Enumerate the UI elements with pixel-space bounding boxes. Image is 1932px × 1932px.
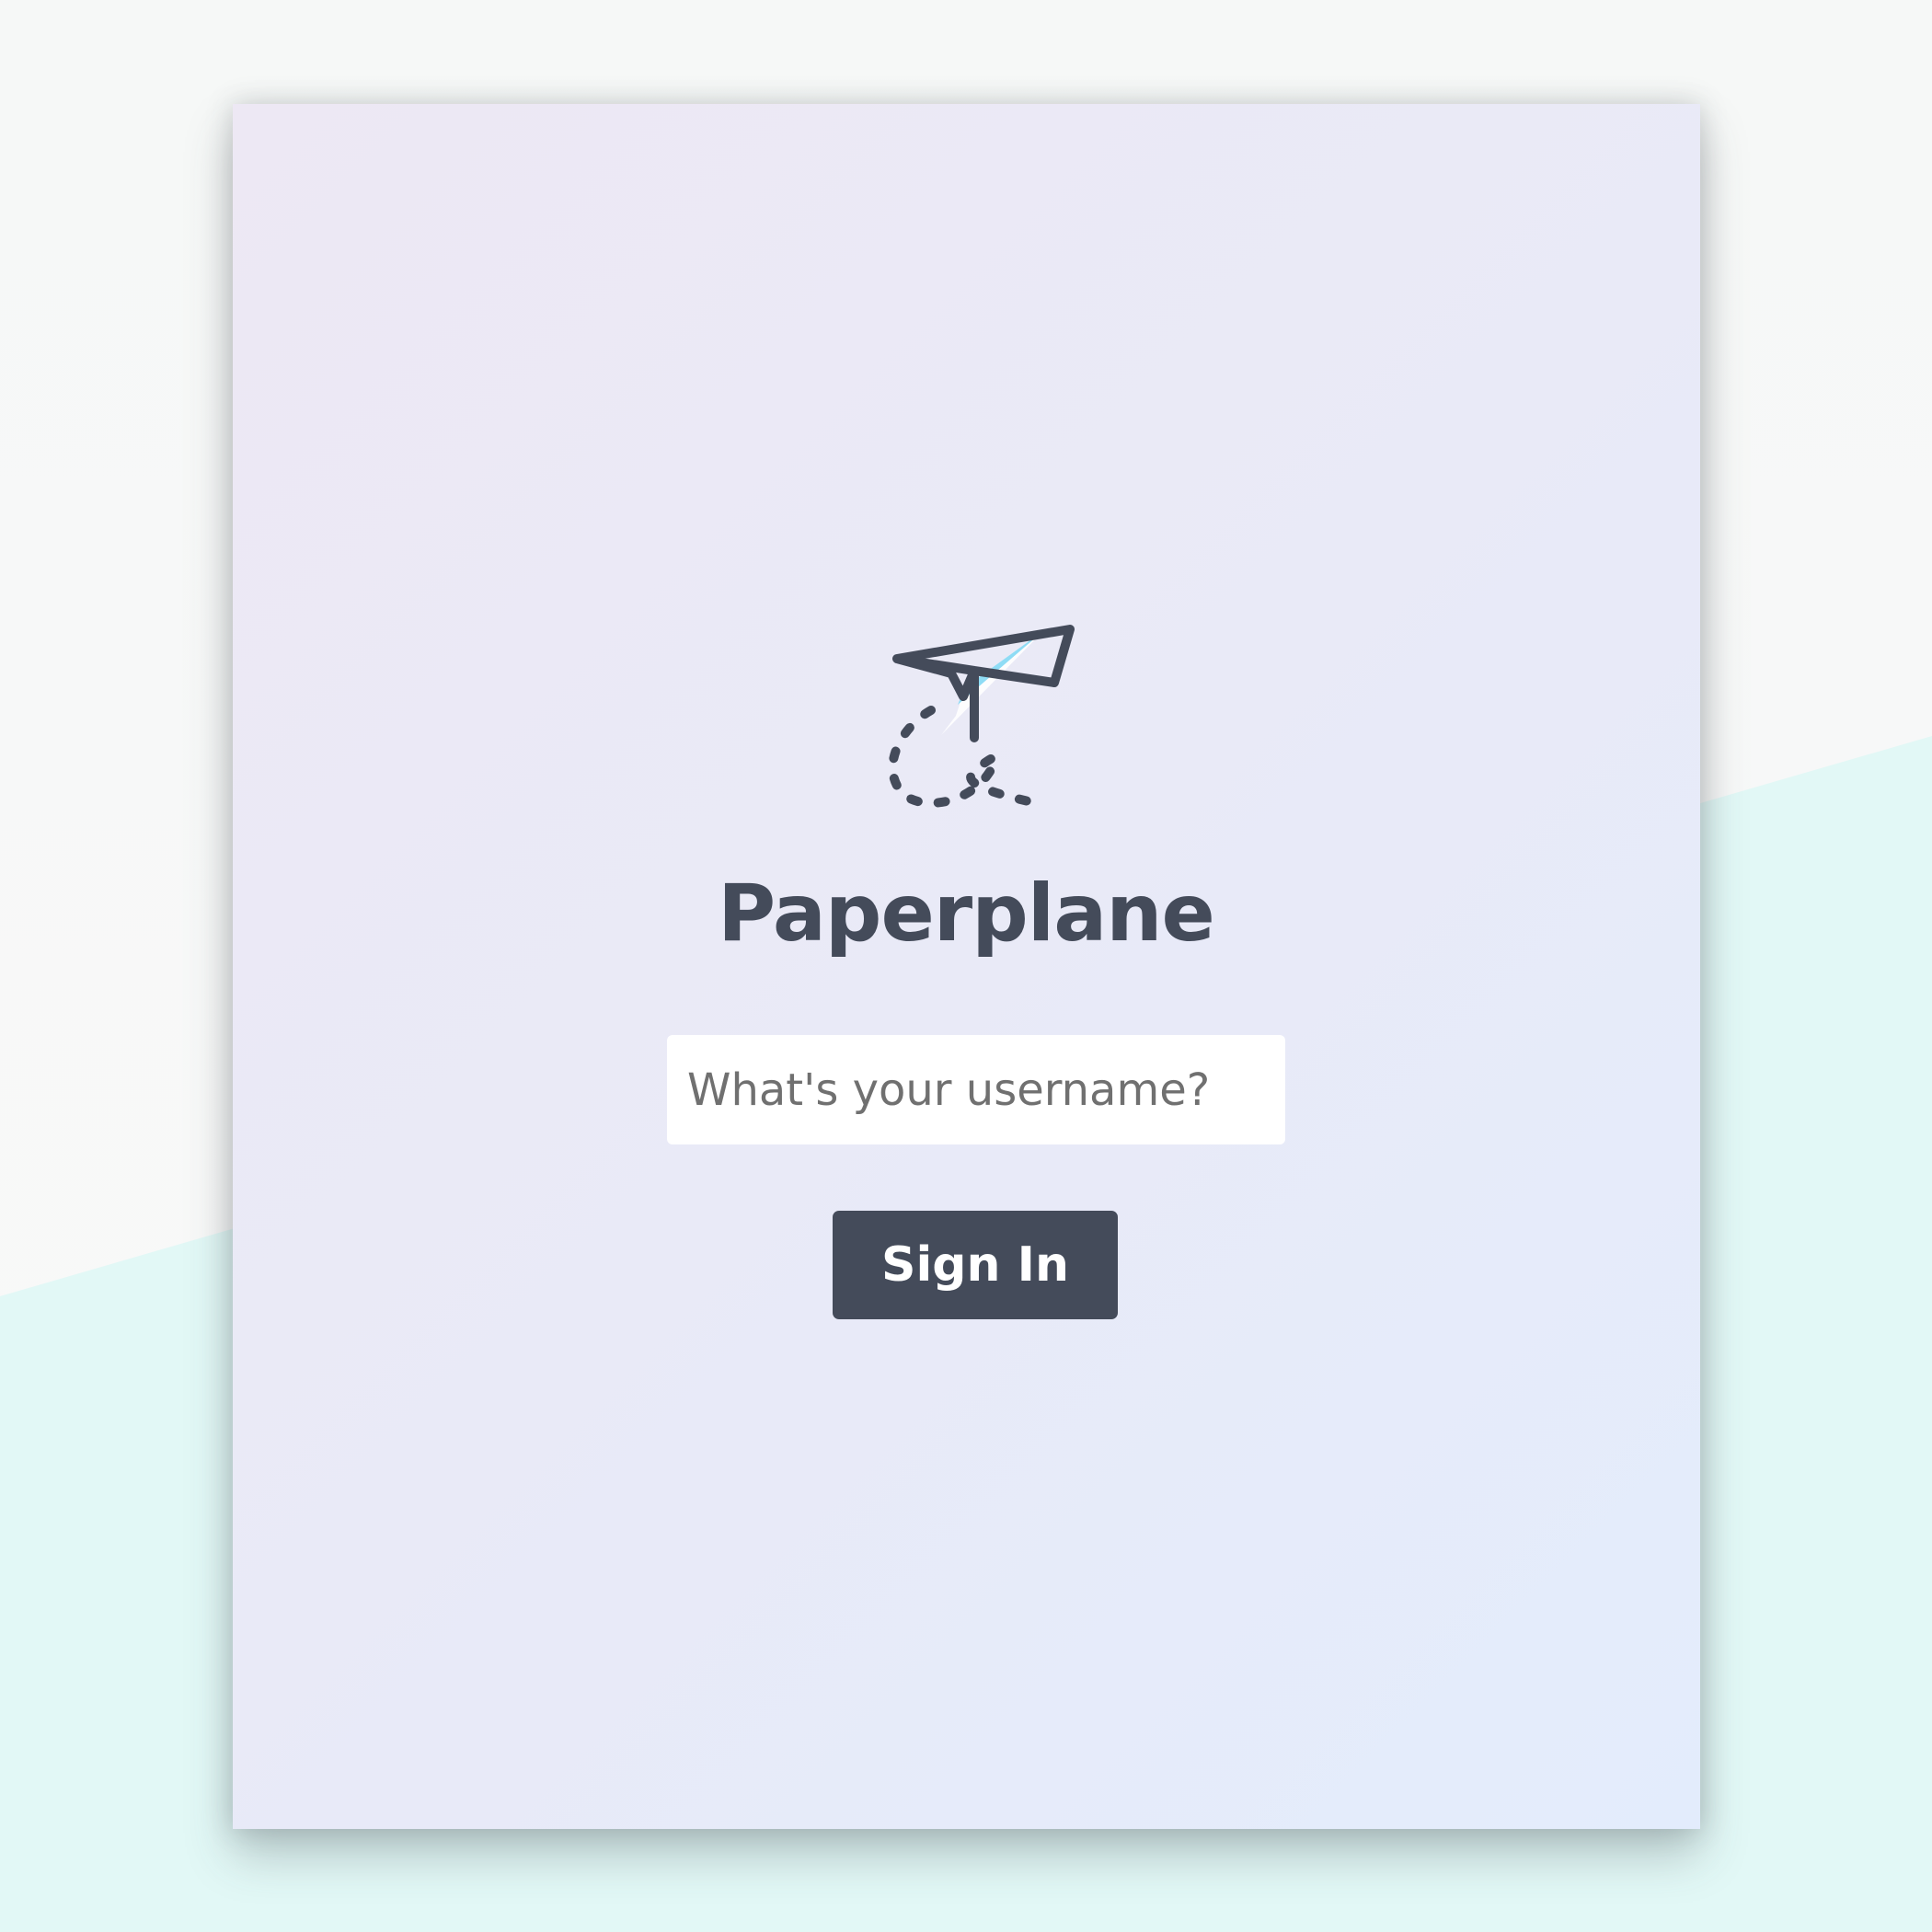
sign-in-button[interactable]: Sign In <box>833 1211 1118 1319</box>
paper-plane-icon <box>888 625 1075 810</box>
app-title: Paperplane <box>718 868 1215 960</box>
username-input[interactable] <box>667 1035 1285 1144</box>
login-card <box>233 104 1700 1829</box>
